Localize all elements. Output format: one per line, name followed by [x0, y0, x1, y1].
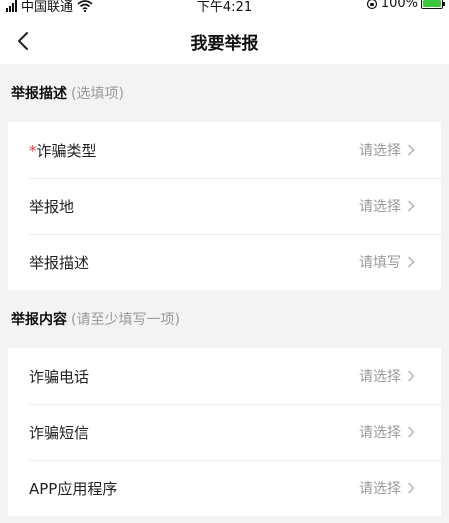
section-title: 举报描述	[11, 86, 67, 102]
content-group: 诈骗电话 请选择 诈骗短信 请选择 APP应用程序 请选择	[8, 348, 441, 516]
battery-percent: 100%	[380, 0, 418, 11]
row-app[interactable]: APP应用程序 请选择	[8, 460, 441, 516]
section-header-description: 举报描述 (选填项)	[0, 64, 449, 122]
status-bar: 中国联通 下午4:21 100%	[0, 0, 449, 18]
section-hint: (请至少填写一项)	[71, 312, 180, 328]
row-label: APP应用程序	[29, 479, 118, 498]
row-value: 请选择	[359, 425, 401, 441]
row-fraud-type[interactable]: *诈骗类型 请选择	[8, 122, 441, 178]
row-fraud-phone[interactable]: 诈骗电话 请选择	[8, 348, 441, 404]
chevron-right-icon	[407, 200, 415, 212]
battery-icon	[421, 0, 445, 9]
row-action: 请选择	[359, 422, 415, 442]
row-value: 请选择	[359, 199, 401, 215]
chevron-right-icon	[407, 370, 415, 382]
nav-bar: 我要举报	[0, 18, 449, 64]
row-report-description[interactable]: 举报描述 请填写	[8, 234, 441, 290]
row-value: 请选择	[359, 143, 401, 159]
orientation-lock-icon	[366, 0, 377, 9]
section-hint: (选填项)	[71, 86, 124, 102]
status-right: 100%	[366, 0, 445, 11]
row-action: 请填写	[359, 252, 415, 272]
row-label: *诈骗类型	[29, 140, 97, 161]
row-action: 请选择	[359, 478, 415, 498]
chevron-right-icon	[407, 426, 415, 438]
row-report-location[interactable]: 举报地 请选择	[8, 178, 441, 234]
chevron-right-icon	[407, 144, 415, 156]
row-value: 请选择	[359, 369, 401, 385]
row-action: 请选择	[359, 366, 415, 386]
row-fraud-sms[interactable]: 诈骗短信 请选择	[8, 404, 441, 460]
row-action: 请选择	[359, 140, 415, 160]
row-label: 诈骗短信	[29, 423, 90, 442]
row-label-text: 诈骗类型	[36, 141, 97, 160]
back-icon[interactable]	[14, 29, 34, 53]
section-title: 举报内容	[11, 312, 67, 328]
row-action: 请选择	[359, 196, 415, 216]
required-mark: *	[29, 141, 37, 160]
row-label: 举报描述	[29, 253, 90, 272]
page-title: 我要举报	[190, 33, 259, 54]
row-value: 请选择	[359, 481, 401, 497]
chevron-right-icon	[407, 482, 415, 494]
row-value: 请填写	[359, 255, 401, 271]
description-group: *诈骗类型 请选择 举报地 请选择 举报描述 请填写	[8, 122, 441, 290]
row-label: 举报地	[29, 197, 75, 216]
chevron-right-icon	[407, 256, 415, 268]
row-label: 诈骗电话	[29, 367, 90, 386]
section-header-content: 举报内容 (请至少填写一项)	[0, 290, 449, 348]
